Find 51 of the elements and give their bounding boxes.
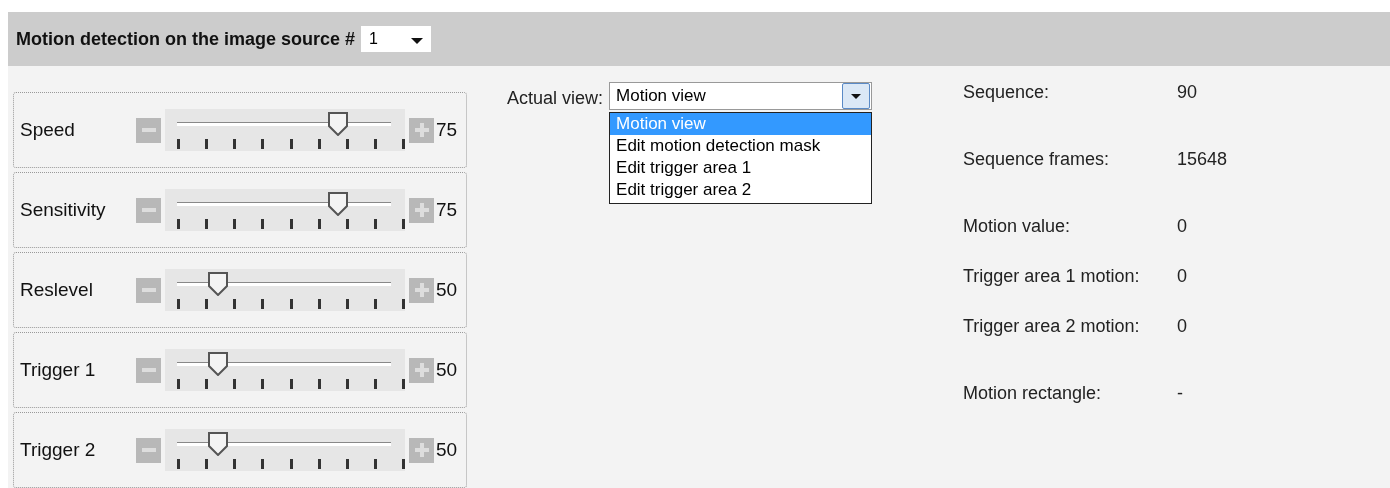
minus-icon [141,288,156,292]
slider-label: Reslevel [20,279,94,301]
slider-label: Sensitivity [20,199,107,221]
stat-value: 0 [1177,316,1187,337]
dropdown-option[interactable]: Edit trigger area 2 [610,179,872,201]
plus-icon [414,203,429,217]
slider-track[interactable] [165,269,405,311]
source-select[interactable]: 1 [361,26,432,52]
plus-icon [414,363,429,377]
caret-icon [851,93,862,99]
plus-icon [414,283,429,297]
slider-value: 50 [436,439,458,461]
stat-label: Trigger area 1 motion: [963,266,1141,287]
slider-thumb[interactable] [207,352,228,376]
slider-thumb[interactable] [327,192,348,216]
plus-icon [414,123,429,137]
slider-value: 75 [436,199,458,221]
slider-thumb[interactable] [207,272,228,296]
stat-label: Sequence frames: [963,149,1111,170]
plus-icon [414,443,429,457]
slider-value: 75 [436,119,458,141]
minus-icon [141,448,156,452]
slider-track[interactable] [165,189,405,231]
stat-value: - [1177,383,1183,404]
slider-label: Trigger 2 [20,439,97,461]
slider-track[interactable] [165,429,405,471]
section-title: Motion detection on the image source # [16,28,356,50]
slider-value: 50 [436,279,458,301]
minus-icon [141,368,156,372]
stat-label: Trigger area 2 motion: [963,316,1141,337]
view-select[interactable]: Motion view [609,82,873,110]
stat-label: Sequence: [963,82,1051,103]
dropdown-option[interactable]: Edit motion detection mask [610,135,872,157]
slider-thumb[interactable] [207,432,228,456]
slider-track[interactable] [165,349,405,391]
stat-value: 15648 [1177,149,1228,170]
stat-value: 0 [1177,266,1187,287]
slider-label: Trigger 1 [20,359,97,381]
slider-track[interactable] [165,109,405,151]
stat-label: Motion value: [963,216,1072,237]
caret-icon [411,38,424,44]
stat-label: Motion rectangle: [963,383,1103,404]
minus-icon [141,208,156,212]
slider-value: 50 [436,359,458,381]
slider-thumb[interactable] [327,112,348,136]
stat-value: 90 [1177,82,1198,103]
slider-label: Speed [20,119,76,141]
view-label: Actual view: [507,88,604,109]
dropdown-option[interactable]: Edit trigger area 1 [610,157,872,179]
stat-value: 0 [1177,216,1187,237]
minus-icon [141,128,156,132]
